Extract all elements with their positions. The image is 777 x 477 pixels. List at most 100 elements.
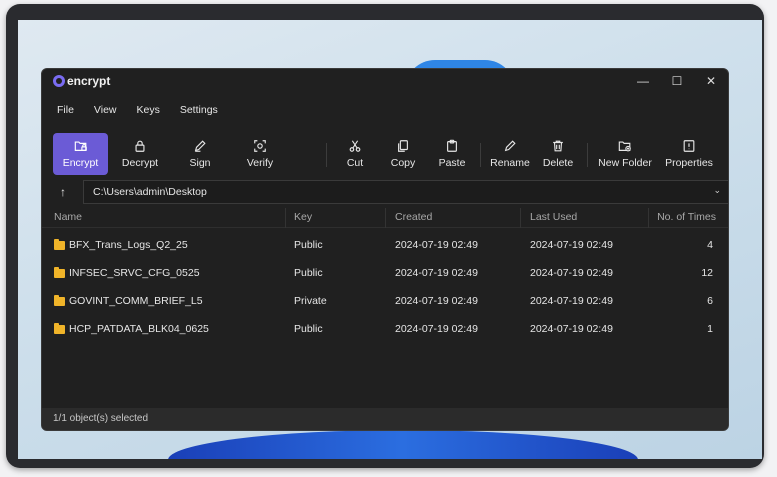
decrypt-label: Decrypt <box>121 157 159 169</box>
menu-view[interactable]: View <box>84 102 127 122</box>
name-cell: GOVINT_COMM_BRIEF_L5 <box>54 287 203 315</box>
toolbar-separator <box>587 143 588 167</box>
close-button[interactable]: ✕ <box>694 69 728 93</box>
delete-label: Delete <box>542 157 574 169</box>
file-name: GOVINT_COMM_BRIEF_L5 <box>69 295 203 307</box>
up-directory-button[interactable]: ↑ <box>50 180 76 204</box>
folder-icon <box>54 238 65 250</box>
name-cell: HCP_PATDATA_BLK04_0625 <box>54 315 209 343</box>
table-row[interactable]: BFX_Trans_Logs_Q2_25 Public 2024-07-19 0… <box>42 231 728 259</box>
status-text: 1/1 object(s) selected <box>53 413 149 424</box>
key-cell: Public <box>294 323 323 335</box>
key-cell: Public <box>294 267 323 279</box>
pen-icon <box>194 140 206 152</box>
last-used-cell: 2024-07-19 02:49 <box>530 239 613 251</box>
name-cell: BFX_Trans_Logs_Q2_25 <box>54 231 188 259</box>
encrypt-button[interactable]: Encrypt <box>53 133 108 175</box>
title-bar: encrypt — ☐ ✕ <box>42 69 728 93</box>
menu-keys[interactable]: Keys <box>127 102 170 122</box>
column-header-last-used[interactable]: Last Used <box>530 206 577 228</box>
last-used-cell: 2024-07-19 02:49 <box>530 295 613 307</box>
sign-label: Sign <box>189 157 211 169</box>
column-divider[interactable] <box>285 208 286 228</box>
new-folder-icon <box>618 141 631 152</box>
clipboard-icon <box>447 139 457 152</box>
menu-settings[interactable]: Settings <box>170 102 228 122</box>
copy-button[interactable]: Copy <box>384 133 422 175</box>
app-logo: encrypt <box>53 74 110 88</box>
name-cell: INFSEC_SRVC_CFG_0525 <box>54 259 200 287</box>
wallpaper-bloom-bottom <box>168 430 638 459</box>
column-divider[interactable] <box>385 208 386 228</box>
new-folder-button[interactable]: New Folder <box>595 133 655 175</box>
path-input[interactable]: C:\Users\admin\Desktop ⌄ <box>83 180 728 204</box>
sign-button[interactable]: Sign <box>176 133 224 175</box>
toolbar-separator <box>326 143 327 167</box>
verify-scan-icon <box>254 140 266 152</box>
column-header-created[interactable]: Created <box>395 206 432 228</box>
verify-label: Verify <box>246 157 274 169</box>
rename-label: Rename <box>490 157 530 169</box>
column-divider[interactable] <box>520 208 521 228</box>
paste-button[interactable]: Paste <box>432 133 472 175</box>
menu-file[interactable]: File <box>47 102 84 122</box>
maximize-button[interactable]: ☐ <box>660 69 694 93</box>
toolbar: Encrypt Decrypt Sign Verify Cut Copy Pas… <box>42 133 728 175</box>
folder-icon <box>54 294 65 306</box>
last-used-cell: 2024-07-19 02:49 <box>530 267 613 279</box>
properties-icon <box>683 140 695 152</box>
chevron-down-icon[interactable]: ⌄ <box>713 185 721 196</box>
column-header-times[interactable]: No. of Times <box>657 206 716 228</box>
key-cell: Private <box>294 295 327 307</box>
last-used-cell: 2024-07-19 02:49 <box>530 323 613 335</box>
file-name: INFSEC_SRVC_CFG_0525 <box>69 267 200 279</box>
column-header-name[interactable]: Name <box>54 206 82 228</box>
window-controls: — ☐ ✕ <box>626 69 728 93</box>
folder-icon <box>54 322 65 334</box>
table-row[interactable]: HCP_PATDATA_BLK04_0625 Public 2024-07-19… <box>42 315 728 343</box>
new-folder-label: New Folder <box>598 157 652 169</box>
verify-button[interactable]: Verify <box>235 133 285 175</box>
table-row[interactable]: GOVINT_COMM_BRIEF_L5 Private 2024-07-19 … <box>42 287 728 315</box>
file-list: BFX_Trans_Logs_Q2_25 Public 2024-07-19 0… <box>42 231 728 343</box>
cut-button[interactable]: Cut <box>337 133 373 175</box>
arrow-up-icon: ↑ <box>60 185 66 199</box>
times-cell: 12 <box>701 267 713 279</box>
lock-icon <box>135 140 145 152</box>
key-cell: Public <box>294 239 323 251</box>
trash-icon <box>553 140 563 152</box>
rename-button[interactable]: Rename <box>488 133 532 175</box>
pencil-icon <box>504 140 516 152</box>
app-window: encrypt — ☐ ✕ File View Keys Settings En… <box>41 68 729 431</box>
address-bar: ↑ C:\Users\admin\Desktop ⌄ <box>42 180 728 204</box>
column-divider[interactable] <box>648 208 649 228</box>
cut-label: Cut <box>346 157 364 169</box>
paste-label: Paste <box>438 157 466 169</box>
properties-label: Properties <box>665 157 713 169</box>
created-cell: 2024-07-19 02:49 <box>395 239 478 251</box>
app-title: encrypt <box>67 74 111 88</box>
minimize-button[interactable]: — <box>626 69 660 93</box>
delete-button[interactable]: Delete <box>539 133 577 175</box>
column-header-key[interactable]: Key <box>294 206 312 228</box>
created-cell: 2024-07-19 02:49 <box>395 323 478 335</box>
created-cell: 2024-07-19 02:49 <box>395 267 478 279</box>
table-row[interactable]: INFSEC_SRVC_CFG_0525 Public 2024-07-19 0… <box>42 259 728 287</box>
path-text: C:\Users\admin\Desktop <box>93 186 207 198</box>
decrypt-button[interactable]: Decrypt <box>115 133 165 175</box>
toolbar-separator <box>480 143 481 167</box>
encrypt-logo-icon <box>53 75 65 87</box>
menu-bar: File View Keys Settings <box>47 102 228 122</box>
status-bar: 1/1 object(s) selected <box>42 408 728 430</box>
folder-lock-icon <box>74 141 87 151</box>
properties-button[interactable]: Properties <box>661 133 717 175</box>
created-cell: 2024-07-19 02:49 <box>395 295 478 307</box>
scissors-icon <box>349 140 361 152</box>
times-cell: 1 <box>707 323 713 335</box>
file-name: BFX_Trans_Logs_Q2_25 <box>69 239 188 251</box>
times-cell: 6 <box>707 295 713 307</box>
file-name: HCP_PATDATA_BLK04_0625 <box>69 323 209 335</box>
folder-icon <box>54 266 65 278</box>
encrypt-label: Encrypt <box>62 157 99 169</box>
copy-label: Copy <box>390 157 416 169</box>
